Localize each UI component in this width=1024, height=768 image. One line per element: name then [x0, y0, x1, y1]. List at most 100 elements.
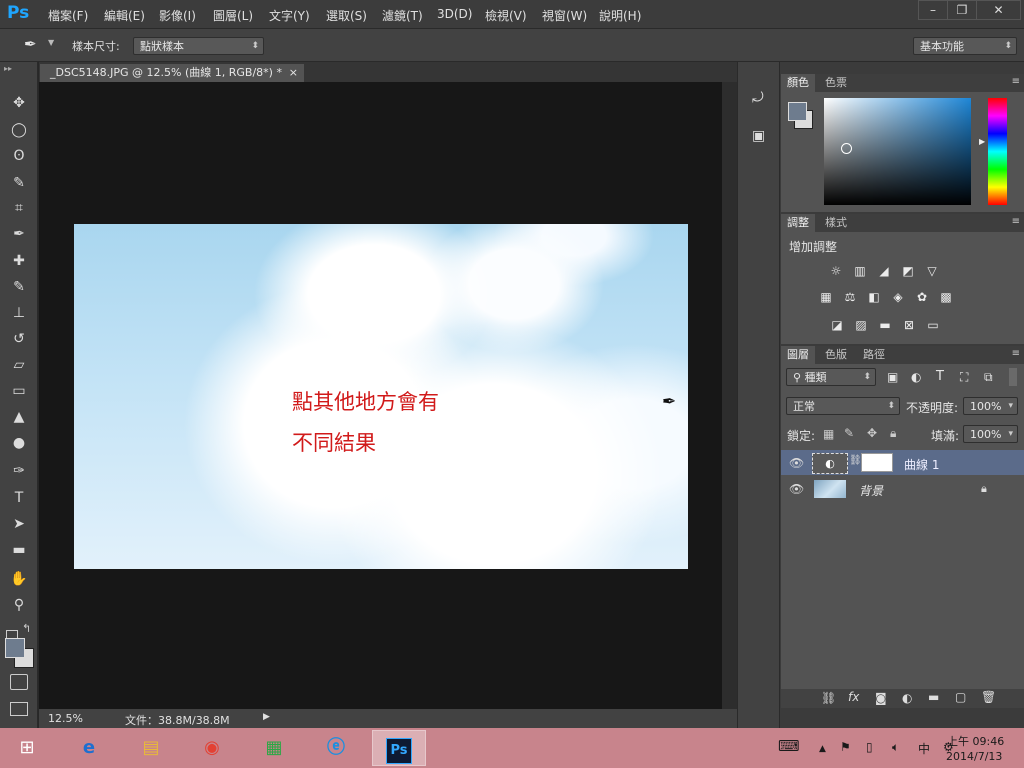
type-tool[interactable]: T [8, 487, 30, 509]
quick-select-tool[interactable]: ✎ [8, 172, 30, 194]
path-select-tool[interactable]: ➤ [8, 513, 30, 535]
restore-button[interactable]: ❐ [947, 0, 977, 20]
filter-shape-icon[interactable]: ⛶ [960, 370, 968, 385]
lock-transparent-icon[interactable]: ▦ [823, 427, 834, 441]
add-mask-icon[interactable]: ◙ [875, 691, 887, 705]
windows-start-icon[interactable]: ⊞ [8, 730, 46, 766]
color-balance-icon[interactable]: ⚖ [842, 290, 858, 304]
tab-paths[interactable]: 路徑 [857, 346, 891, 364]
ie-icon[interactable]: e [70, 730, 108, 766]
layer-name[interactable]: 背景 [859, 482, 883, 499]
layer-filter-select[interactable]: ⚲ 種類 ⬍ [786, 368, 876, 386]
close-tab-icon[interactable]: × [289, 64, 298, 82]
history-brush-tool[interactable]: ↺ [8, 328, 30, 350]
panel-menu-icon[interactable]: ≡ [1012, 348, 1020, 359]
zoom-tool[interactable]: ⚲ [8, 594, 30, 616]
filter-smart-object-icon[interactable]: ⧉ [984, 370, 993, 385]
filter-pixel-icon[interactable]: ▣ [887, 370, 898, 384]
photoshop-taskbar-button[interactable]: Ps [372, 730, 426, 766]
opacity-input[interactable]: 100% ▾ [963, 397, 1018, 415]
mask-link-icon[interactable]: ⛓ [849, 455, 862, 466]
channel-mixer-icon[interactable]: ✿ [914, 290, 930, 304]
menu-window[interactable]: 視窗(W) [542, 7, 587, 24]
filter-adjustment-icon[interactable]: ◐ [911, 370, 921, 384]
tab-color[interactable]: 顏色 [781, 74, 815, 92]
collapse-icon[interactable]: ▸▸ [4, 64, 12, 73]
lock-pixels-icon[interactable]: ✎ [844, 426, 854, 440]
chevron-down-icon[interactable]: ▼ [48, 38, 54, 47]
lasso-tool[interactable]: ʘ [8, 145, 30, 167]
color-lookup-icon[interactable]: ▩ [938, 290, 954, 304]
dodge-tool[interactable]: ● [8, 432, 30, 454]
eyedropper-icon[interactable]: ✒ [24, 35, 37, 53]
close-button[interactable]: ✕ [976, 0, 1021, 20]
color-picker-field[interactable] [824, 98, 971, 205]
filter-type-icon[interactable]: T [936, 369, 944, 384]
clock-time[interactable]: 上午 09:46 [947, 733, 1004, 749]
keyboard-icon[interactable]: ⌨ [778, 737, 800, 755]
clock-date[interactable]: 2014/7/13 [946, 750, 1002, 763]
panel-menu-icon[interactable]: ≡ [1012, 216, 1020, 227]
hand-tool[interactable]: ✋ [8, 568, 30, 590]
document-tab[interactable]: _DSC5148.JPG @ 12.5% (曲線 1, RGB/8*) * × [40, 64, 304, 82]
layer-mask-thumbnail[interactable] [861, 453, 893, 472]
selective-color-icon[interactable]: ⊠ [901, 318, 917, 332]
foreground-color-swatch[interactable] [5, 638, 25, 658]
visibility-eye-icon[interactable]: 👁︎ [789, 456, 804, 470]
new-adjustment-icon[interactable]: ◐ [902, 691, 912, 705]
menu-view[interactable]: 檢視(V) [485, 7, 527, 24]
tab-styles[interactable]: 樣式 [819, 214, 853, 232]
vertical-scrollbar[interactable] [722, 82, 737, 709]
menu-layer[interactable]: 圖層(L) [213, 7, 253, 24]
new-group-icon[interactable]: ▬ [928, 690, 939, 704]
explorer-icon[interactable]: ▤ [132, 730, 170, 766]
levels-icon[interactable]: ▥ [852, 264, 868, 278]
blur-tool[interactable]: ▲ [8, 406, 30, 428]
gradient-tool[interactable]: ▭ [8, 380, 30, 402]
history-panel-icon[interactable]: ⤾ [752, 90, 764, 106]
network-icon[interactable]: ▯ [866, 740, 873, 754]
zoom-level[interactable]: 12.5% [48, 712, 83, 725]
curves-icon[interactable]: ◢ [876, 264, 892, 278]
eraser-tool[interactable]: ▱ [8, 354, 30, 376]
lock-position-icon[interactable]: ✥ [867, 426, 877, 440]
screen-mode-icon[interactable] [10, 702, 28, 716]
eyedropper-tool[interactable]: ✒ [8, 223, 30, 245]
swap-colors-icon[interactable]: ↰ [22, 622, 31, 635]
lock-all-icon[interactable]: 🔒︎ [890, 426, 896, 441]
panel-menu-icon[interactable]: ≡ [1012, 76, 1020, 87]
hue-icon[interactable]: ▦ [818, 290, 834, 304]
volume-icon[interactable]: 🔈︎ [892, 740, 899, 755]
hue-slider[interactable] [988, 98, 1007, 205]
menu-3d[interactable]: 3D(D) [437, 7, 472, 21]
minimize-button[interactable]: – [918, 0, 948, 20]
vibrance-icon[interactable]: ▽ [924, 264, 940, 278]
menu-filter[interactable]: 濾鏡(T) [382, 7, 423, 24]
threshold-icon[interactable]: ▬ [877, 318, 893, 332]
properties-panel-icon[interactable]: ▣ [752, 128, 765, 144]
menu-file[interactable]: 檔案(F) [48, 7, 88, 24]
layer-row-curves[interactable]: 👁︎ ◐ ⛓ 曲線 1 [781, 450, 1024, 475]
menu-edit[interactable]: 編輯(E) [104, 7, 145, 24]
sample-size-select[interactable]: 點狀樣本 ⬍ [133, 37, 264, 55]
move-tool[interactable]: ✥ [8, 92, 30, 114]
bw-icon[interactable]: ◧ [866, 290, 882, 304]
store-icon[interactable]: ▦ [255, 730, 293, 766]
status-menu-arrow-icon[interactable]: ▶ [263, 712, 270, 722]
tab-swatches[interactable]: 色票 [819, 74, 853, 92]
photo-filter-icon[interactable]: ◈ [890, 290, 906, 304]
tab-layers[interactable]: 圖層 [781, 346, 815, 364]
stamp-tool[interactable]: ⊥ [8, 302, 30, 324]
marquee-tool[interactable]: ◯ [8, 119, 30, 141]
ie-alt-icon[interactable]: ⓔ [317, 730, 355, 766]
tab-channels[interactable]: 色版 [819, 346, 853, 364]
new-layer-icon[interactable]: ▢ [955, 690, 966, 704]
filter-toggle[interactable] [1009, 368, 1017, 386]
blend-mode-select[interactable]: 正常 ⬍ [786, 397, 900, 415]
link-layers-icon[interactable]: ⛓ [821, 691, 836, 705]
quick-mask-icon[interactable] [10, 674, 28, 690]
chrome-icon[interactable]: ◉ [193, 730, 231, 766]
gradient-map-icon[interactable]: ▭ [925, 318, 941, 332]
menu-help[interactable]: 說明(H) [599, 7, 641, 24]
menu-type[interactable]: 文字(Y) [269, 7, 310, 24]
